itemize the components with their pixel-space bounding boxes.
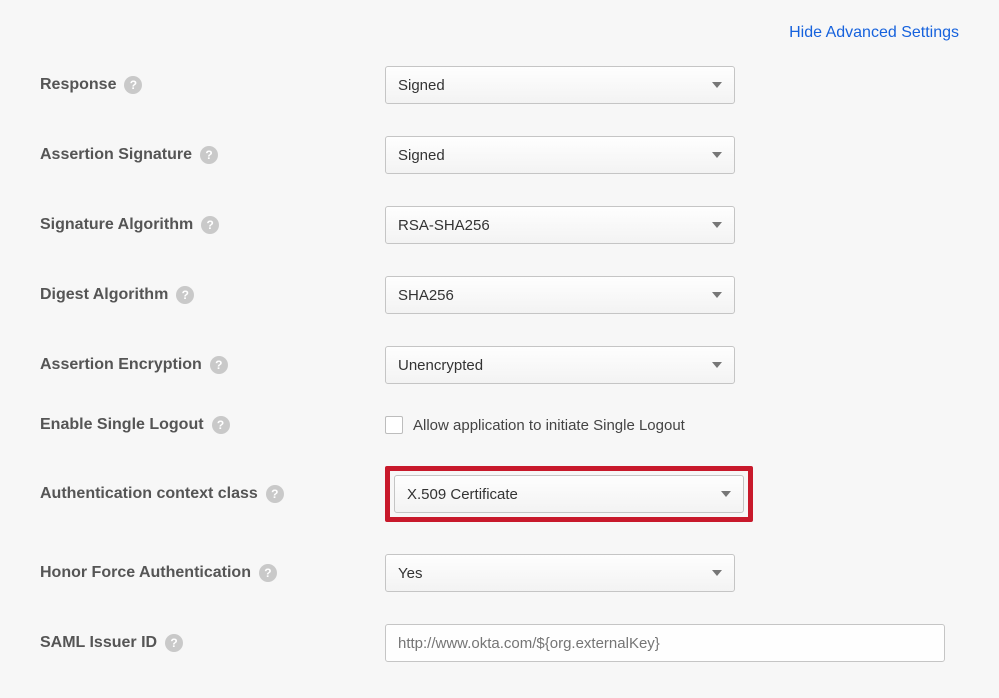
auth-context-value: X.509 Certificate bbox=[407, 486, 518, 503]
signature-algorithm-label-col: Signature Algorithm ? bbox=[40, 216, 385, 234]
help-icon[interactable]: ? bbox=[266, 485, 284, 503]
response-control: Signed bbox=[385, 66, 735, 104]
auth-context-highlight: X.509 Certificate bbox=[385, 466, 753, 522]
help-icon[interactable]: ? bbox=[212, 416, 230, 434]
response-select[interactable]: Signed bbox=[385, 66, 735, 104]
help-icon[interactable]: ? bbox=[201, 216, 219, 234]
assertion-encryption-value: Unencrypted bbox=[398, 357, 483, 374]
enable-single-logout-label-col: Enable Single Logout ? bbox=[40, 416, 385, 434]
honor-force-auth-control: Yes bbox=[385, 554, 735, 592]
assertion-encryption-control: Unencrypted bbox=[385, 346, 735, 384]
single-logout-checkbox-row: Allow application to initiate Single Log… bbox=[385, 416, 685, 434]
enable-single-logout-label: Enable Single Logout bbox=[40, 416, 204, 434]
caret-down-icon bbox=[712, 152, 722, 158]
signature-algorithm-control: RSA-SHA256 bbox=[385, 206, 735, 244]
assertion-encryption-label: Assertion Encryption bbox=[40, 356, 202, 374]
assertion-signature-value: Signed bbox=[398, 147, 445, 164]
single-logout-checkbox-label: Allow application to initiate Single Log… bbox=[413, 417, 685, 434]
help-icon[interactable]: ? bbox=[176, 286, 194, 304]
auth-context-label: Authentication context class bbox=[40, 485, 258, 503]
hide-advanced-settings-link[interactable]: Hide Advanced Settings bbox=[789, 24, 959, 41]
top-link-row: Hide Advanced Settings bbox=[40, 24, 959, 42]
caret-down-icon bbox=[712, 570, 722, 576]
auth-context-label-col: Authentication context class ? bbox=[40, 485, 385, 503]
response-label-col: Response ? bbox=[40, 76, 385, 94]
help-icon[interactable]: ? bbox=[200, 146, 218, 164]
enable-single-logout-row: Enable Single Logout ? Allow application… bbox=[40, 416, 959, 434]
help-icon[interactable]: ? bbox=[259, 564, 277, 582]
caret-down-icon bbox=[712, 222, 722, 228]
caret-down-icon bbox=[712, 292, 722, 298]
digest-algorithm-select[interactable]: SHA256 bbox=[385, 276, 735, 314]
enable-single-logout-control: Allow application to initiate Single Log… bbox=[385, 416, 685, 434]
saml-issuer-id-label: SAML Issuer ID bbox=[40, 634, 157, 652]
honor-force-auth-select[interactable]: Yes bbox=[385, 554, 735, 592]
auth-context-select[interactable]: X.509 Certificate bbox=[394, 475, 744, 513]
caret-down-icon bbox=[712, 362, 722, 368]
response-label: Response bbox=[40, 76, 116, 94]
help-icon[interactable]: ? bbox=[165, 634, 183, 652]
caret-down-icon bbox=[712, 82, 722, 88]
honor-force-auth-row: Honor Force Authentication ? Yes bbox=[40, 554, 959, 592]
digest-algorithm-label: Digest Algorithm bbox=[40, 286, 168, 304]
assertion-encryption-row: Assertion Encryption ? Unencrypted bbox=[40, 346, 959, 384]
signature-algorithm-value: RSA-SHA256 bbox=[398, 217, 490, 234]
honor-force-auth-value: Yes bbox=[398, 565, 422, 582]
saml-advanced-settings-form: Hide Advanced Settings Response ? Signed… bbox=[0, 0, 999, 698]
assertion-encryption-select[interactable]: Unencrypted bbox=[385, 346, 735, 384]
auth-context-control: X.509 Certificate bbox=[385, 466, 753, 522]
digest-algorithm-value: SHA256 bbox=[398, 287, 454, 304]
digest-algorithm-control: SHA256 bbox=[385, 276, 735, 314]
honor-force-auth-label-col: Honor Force Authentication ? bbox=[40, 564, 385, 582]
signature-algorithm-label: Signature Algorithm bbox=[40, 216, 193, 234]
help-icon[interactable]: ? bbox=[124, 76, 142, 94]
saml-issuer-id-label-col: SAML Issuer ID ? bbox=[40, 634, 385, 652]
single-logout-checkbox[interactable] bbox=[385, 416, 403, 434]
help-icon[interactable]: ? bbox=[210, 356, 228, 374]
signature-algorithm-row: Signature Algorithm ? RSA-SHA256 bbox=[40, 206, 959, 244]
saml-issuer-id-control bbox=[385, 624, 945, 662]
assertion-signature-row: Assertion Signature ? Signed bbox=[40, 136, 959, 174]
assertion-encryption-label-col: Assertion Encryption ? bbox=[40, 356, 385, 374]
saml-issuer-id-row: SAML Issuer ID ? bbox=[40, 624, 959, 662]
response-row: Response ? Signed bbox=[40, 66, 959, 104]
assertion-signature-select[interactable]: Signed bbox=[385, 136, 735, 174]
caret-down-icon bbox=[721, 491, 731, 497]
assertion-signature-control: Signed bbox=[385, 136, 735, 174]
assertion-signature-label-col: Assertion Signature ? bbox=[40, 146, 385, 164]
saml-issuer-id-input[interactable] bbox=[385, 624, 945, 662]
digest-algorithm-label-col: Digest Algorithm ? bbox=[40, 286, 385, 304]
assertion-signature-label: Assertion Signature bbox=[40, 146, 192, 164]
digest-algorithm-row: Digest Algorithm ? SHA256 bbox=[40, 276, 959, 314]
response-value: Signed bbox=[398, 77, 445, 94]
auth-context-row: Authentication context class ? X.509 Cer… bbox=[40, 466, 959, 522]
honor-force-auth-label: Honor Force Authentication bbox=[40, 564, 251, 582]
signature-algorithm-select[interactable]: RSA-SHA256 bbox=[385, 206, 735, 244]
